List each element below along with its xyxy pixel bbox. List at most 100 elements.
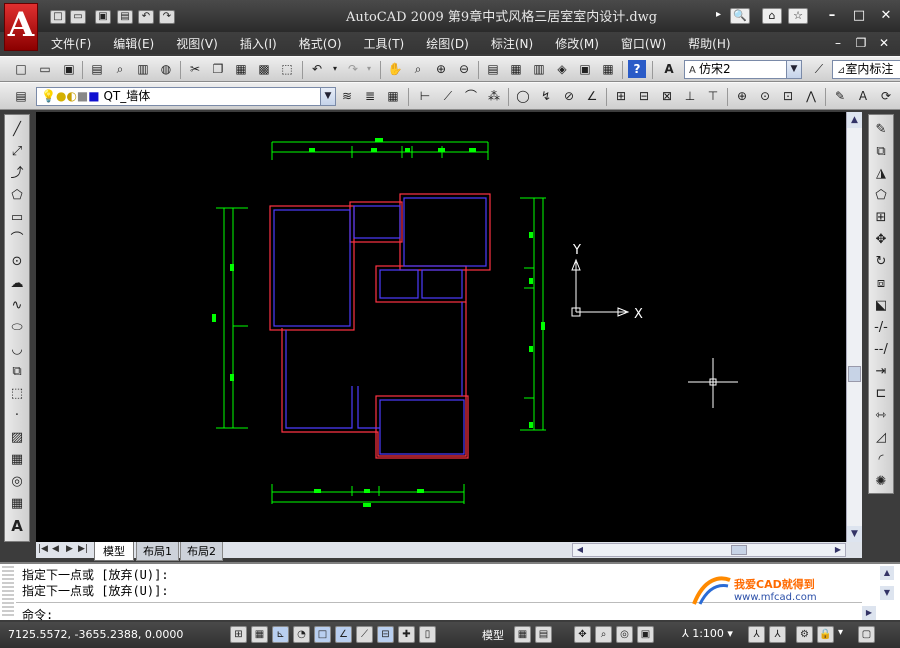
dim-break-icon[interactable]: ⊤ [704, 87, 722, 105]
sheet-set-icon[interactable]: ◈ [553, 60, 571, 78]
coordinates-readout[interactable]: 7125.5572, -3655.2388, 0.0000 [8, 628, 183, 641]
stretch-icon[interactable]: ⬕ [872, 297, 890, 315]
move-icon[interactable]: ✥ [872, 231, 890, 249]
match-properties-icon[interactable]: ▩ [255, 60, 273, 78]
status-menu-arrow-icon[interactable]: ▾ [838, 627, 843, 638]
tab-layout2[interactable]: 布局2 [180, 542, 223, 561]
zoom-window-icon[interactable]: ⊕ [432, 60, 450, 78]
rectangle-icon[interactable]: ▭ [8, 209, 26, 227]
polyline-icon[interactable]: ⤴ [8, 165, 26, 183]
publish-icon[interactable]: ▥ [134, 60, 152, 78]
menu-insert[interactable]: 插入(I) [229, 35, 288, 52]
horizontal-scroll-thumb[interactable] [731, 545, 747, 555]
linear-dim-icon[interactable]: ⊢ [416, 87, 434, 105]
make-current-layer-icon[interactable]: ≋ [338, 87, 356, 105]
scroll-right-arrow-icon[interactable]: ▶ [831, 544, 845, 556]
lineweight-icon[interactable]: ✚ [398, 626, 415, 643]
design-center-icon[interactable]: ▦ [507, 60, 525, 78]
text-style-select[interactable]: A 仿宋2 ▼ [684, 60, 802, 79]
revision-cloud-icon[interactable]: ☁ [8, 275, 26, 293]
object-snap-tracking-icon[interactable]: ∠ [335, 626, 352, 643]
quick-dim-icon[interactable]: ⊞ [612, 87, 630, 105]
insert-block-icon[interactable]: ⧉ [8, 363, 26, 381]
menu-file[interactable]: 文件(F) [40, 35, 102, 52]
favorites-star-icon[interactable]: ☆ [788, 8, 808, 24]
dim-style-icon[interactable]: ⟋ [810, 60, 828, 78]
inspect-icon[interactable]: ⊡ [779, 87, 797, 105]
polar-tracking-icon[interactable]: ◔ [293, 626, 310, 643]
model-space-label[interactable]: 模型 [482, 627, 504, 643]
ellipse-icon[interactable]: ⬭ [8, 319, 26, 337]
vertical-scrollbar[interactable]: ▲ ▼ [846, 112, 862, 542]
cmd-scroll-down-icon[interactable]: ▼ [880, 586, 894, 600]
markup-icon[interactable]: ▣ [576, 60, 594, 78]
polygon-icon[interactable]: ⬠ [8, 187, 26, 205]
command-prompt[interactable]: 命令: [22, 606, 53, 623]
chevron-down-icon[interactable]: ▼ [786, 61, 801, 78]
properties-icon[interactable]: ▤ [484, 60, 502, 78]
quickcalc-icon[interactable]: ▦ [599, 60, 617, 78]
layer-previous-icon[interactable]: ≣ [361, 87, 379, 105]
ellipse-arc-icon[interactable]: ◡ [8, 341, 26, 359]
scale-icon[interactable]: ⧈ [872, 275, 890, 293]
dynamic-input-icon[interactable]: ⊟ [377, 626, 394, 643]
block-editor-icon[interactable]: ⬚ [278, 60, 296, 78]
qnew-icon[interactable]: □ [12, 60, 30, 78]
doc-restore-button[interactable]: ❐ [853, 35, 869, 51]
mirror-icon[interactable]: ◮ [872, 165, 890, 183]
app-menu-button[interactable]: A [4, 3, 38, 51]
snap-mode-icon[interactable]: ⊞ [230, 626, 247, 643]
erase-icon[interactable]: ✎ [872, 121, 890, 139]
quick-view-drawings-icon[interactable]: ▤ [535, 626, 552, 643]
break-icon[interactable]: ⊏ [872, 385, 890, 403]
dim-edit-icon[interactable]: ✎ [831, 87, 849, 105]
zoom-icon[interactable]: ⌕ [595, 626, 612, 643]
line-icon[interactable]: ╱ [8, 121, 26, 139]
communication-center-icon[interactable]: ⌂ [762, 8, 782, 24]
tool-palettes-icon[interactable]: ▥ [530, 60, 548, 78]
next-tab-icon[interactable]: ▶ [66, 544, 78, 556]
table-icon[interactable]: ▦ [8, 495, 26, 513]
grid-display-icon[interactable]: ▦ [251, 626, 268, 643]
last-tab-icon[interactable]: ▶| [78, 544, 92, 556]
jogged-dim-icon[interactable]: ↯ [537, 87, 555, 105]
minimize-button[interactable]: – [823, 8, 841, 24]
rotate-icon[interactable]: ↻ [872, 253, 890, 271]
tolerance-icon[interactable]: ⊕ [733, 87, 751, 105]
ortho-mode-icon[interactable]: ⊾ [272, 626, 289, 643]
chevron-down-icon[interactable]: ▼ [320, 88, 335, 105]
pan-icon[interactable]: ✥ [574, 626, 591, 643]
clean-screen-icon[interactable]: ▢ [858, 626, 875, 643]
zoom-previous-icon[interactable]: ⊖ [455, 60, 473, 78]
scroll-up-arrow-icon[interactable]: ▲ [847, 112, 862, 128]
menu-help[interactable]: 帮助(H) [677, 35, 741, 52]
open-icon[interactable]: ▭ [36, 60, 54, 78]
doc-minimize-button[interactable]: – [830, 35, 846, 51]
baseline-dim-icon[interactable]: ⊟ [635, 87, 653, 105]
scroll-left-arrow-icon[interactable]: ◀ [573, 544, 587, 556]
jogged-linear-icon[interactable]: ⋀ [802, 87, 820, 105]
text-style-icon[interactable]: A [660, 60, 678, 78]
continue-dim-icon[interactable]: ⊠ [658, 87, 676, 105]
toolbar-lock-icon[interactable]: 🔒 [817, 626, 834, 643]
layer-select[interactable]: 💡●◐■■ QT_墙体 ▼ [36, 87, 336, 106]
cmd-scroll-right-icon[interactable]: ▶ [862, 606, 876, 620]
maximize-button[interactable]: □ [850, 8, 868, 24]
quick-properties-icon[interactable]: ▯ [419, 626, 436, 643]
offset-icon[interactable]: ⬠ [872, 187, 890, 205]
mtext-icon[interactable]: A [8, 517, 26, 535]
undo-icon[interactable]: ↶ [308, 60, 326, 78]
dynamic-ucs-icon[interactable]: ⟋ [356, 626, 373, 643]
menu-modify[interactable]: 修改(M) [544, 35, 610, 52]
layout-view-icon[interactable]: ▦ [514, 626, 531, 643]
annotation-scale[interactable]: ⅄ 1:100 ▾ [682, 627, 733, 640]
zoom-realtime-icon[interactable]: ⌕ [409, 60, 427, 78]
vertical-scroll-thumb[interactable] [848, 366, 861, 382]
plot-preview-icon[interactable]: ⌕ [111, 60, 129, 78]
menu-draw[interactable]: 绘图(D) [415, 35, 480, 52]
trim-icon[interactable]: -/- [872, 319, 890, 337]
dim-style-select[interactable]: ⊿室内标注 [832, 60, 900, 79]
drawing-canvas[interactable]: Y X [36, 112, 846, 542]
command-window-grip[interactable] [2, 566, 14, 618]
layer-manager-icon[interactable]: ▤ [12, 87, 30, 105]
